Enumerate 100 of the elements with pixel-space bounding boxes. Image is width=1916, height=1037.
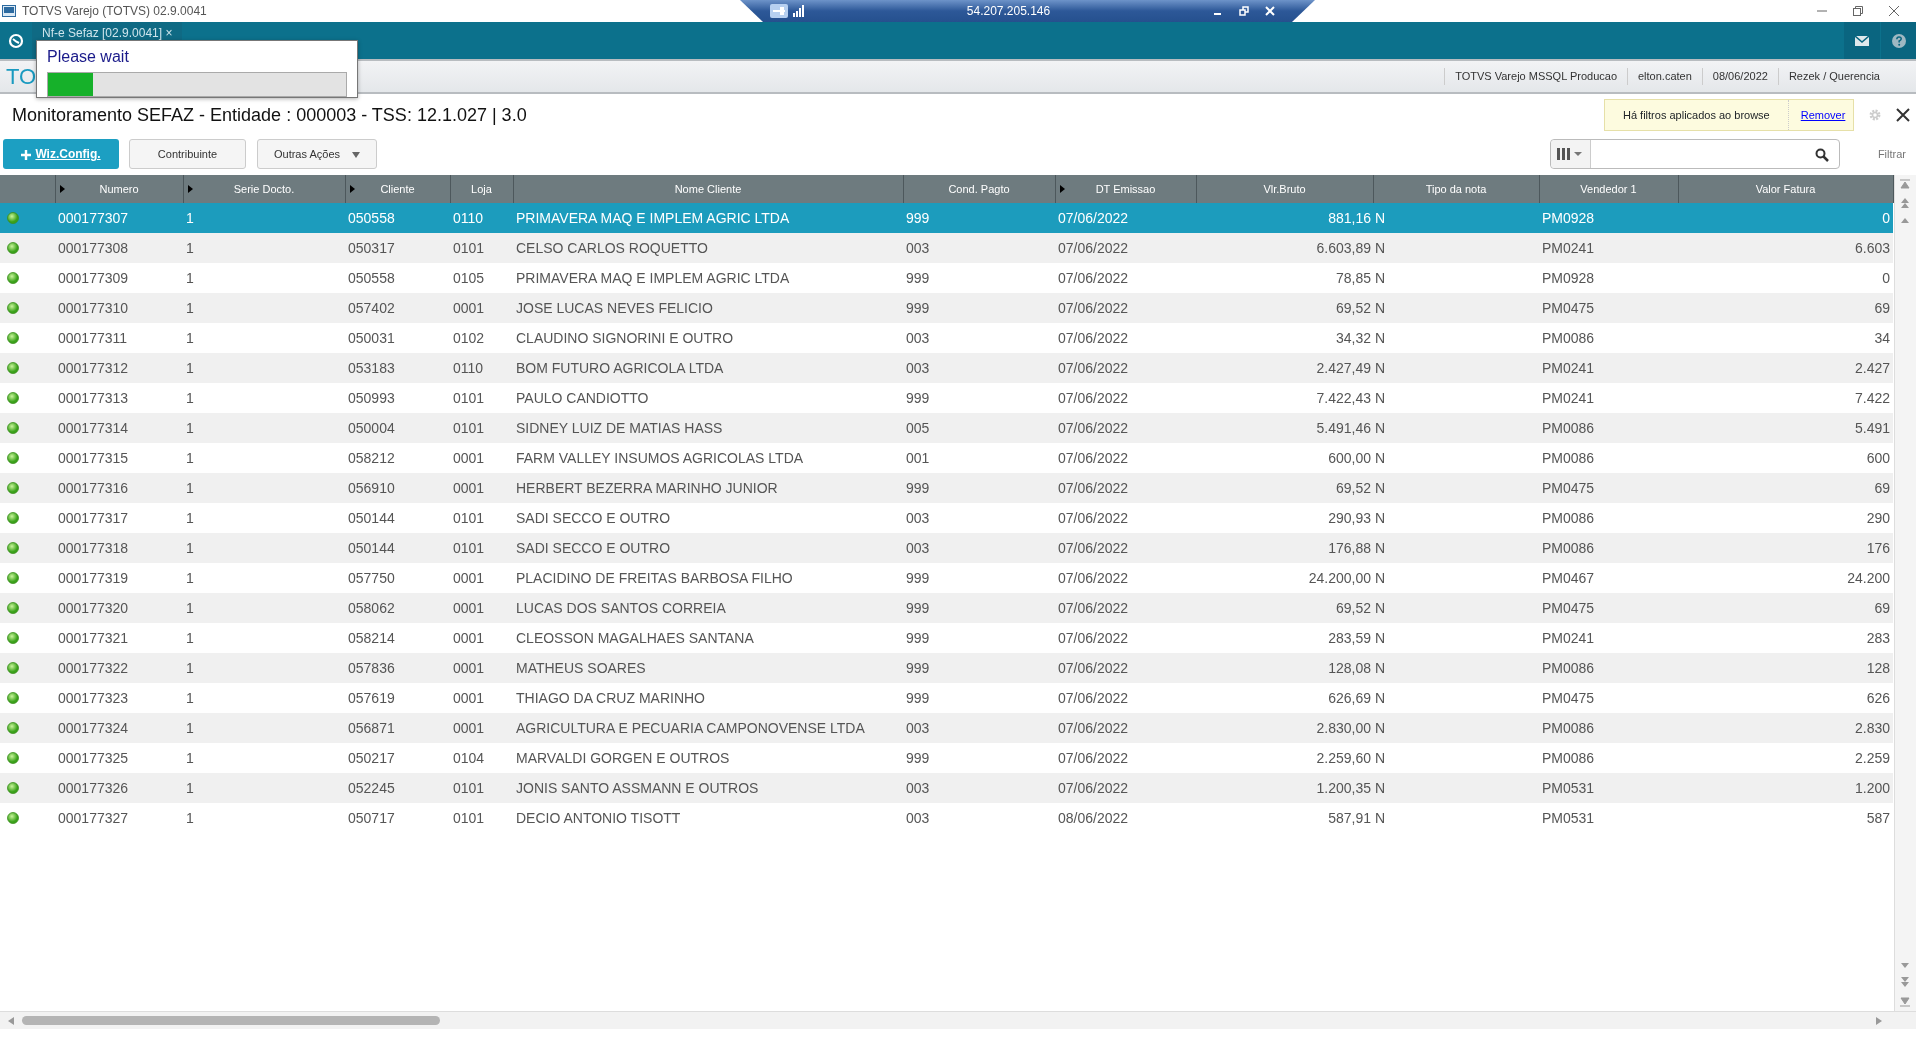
table-cell: N xyxy=(1375,329,1386,346)
table-cell: 0104 xyxy=(453,749,485,766)
table-cell: 000177307 xyxy=(58,209,129,226)
table-cell: 0001 xyxy=(453,449,485,466)
table-cell: SIDNEY LUIZ DE MATIAS HASS xyxy=(516,419,723,436)
ip-address: 54.207.205.146 xyxy=(966,3,1051,20)
table-cell: 07/06/2022 xyxy=(1058,629,1129,646)
table-cell: N xyxy=(1375,359,1386,376)
table-cell: PRIMAVERA MAQ E IMPLEM AGRIC LTDA xyxy=(516,209,790,226)
table-cell: 003 xyxy=(906,359,930,376)
table-cell: 881,16 xyxy=(1328,209,1371,226)
table-cell: PM0475 xyxy=(1542,479,1595,496)
table-cell: 69 xyxy=(1874,599,1890,616)
table-cell: N xyxy=(1375,659,1386,676)
table-cell: 07/06/2022 xyxy=(1058,449,1129,466)
table-cell: 7.422,43 xyxy=(1316,389,1371,406)
table-cell: PM0241 xyxy=(1542,629,1595,646)
table-cell: N xyxy=(1375,809,1386,826)
table-cell: 07/06/2022 xyxy=(1058,539,1129,556)
table-cell: 07/06/2022 xyxy=(1058,299,1129,316)
table-cell: 050031 xyxy=(348,329,395,346)
table-cell: SADI SECCO E OUTRO xyxy=(516,539,671,556)
table-cell: N xyxy=(1375,539,1386,556)
table-cell: 34,32 xyxy=(1335,329,1371,346)
table-cell: JOSE LUCAS NEVES FELICIO xyxy=(516,299,713,316)
table-cell: 050004 xyxy=(348,419,395,436)
table-cell: 2.830,00 xyxy=(1316,719,1371,736)
table-cell: 1 xyxy=(186,689,194,706)
table-cell: 0001 xyxy=(453,299,485,316)
table-cell: 003 xyxy=(906,239,930,256)
table-cell: 1 xyxy=(186,209,194,226)
table-cell: 000177318 xyxy=(58,539,129,556)
table-cell: 69,52 xyxy=(1335,599,1371,616)
table-cell: 07/06/2022 xyxy=(1058,569,1129,586)
table-cell: LUCAS DOS SANTOS CORREIA xyxy=(516,599,726,616)
table-cell: 999 xyxy=(906,629,930,646)
table-cell: PM0086 xyxy=(1542,659,1595,676)
table-cell: PM0531 xyxy=(1542,779,1595,796)
table-cell: 07/06/2022 xyxy=(1058,509,1129,526)
table-cell: 0101 xyxy=(453,809,485,826)
table-cell: 1 xyxy=(186,239,194,256)
filter-text: Há filtros aplicados ao browse xyxy=(1622,107,1771,123)
table-cell: N xyxy=(1375,779,1386,796)
table-cell: 283 xyxy=(1866,629,1890,646)
table-cell: 999 xyxy=(906,209,930,226)
table-cell: 2.427,49 xyxy=(1316,359,1371,376)
table-cell: 1 xyxy=(186,629,194,646)
table-cell: JONIS SANTO ASSMANN E OUTROS xyxy=(516,779,759,796)
table-cell: N xyxy=(1375,599,1386,616)
table-cell: 003 xyxy=(906,809,930,826)
table-cell: 003 xyxy=(906,779,930,796)
table-cell: 058214 xyxy=(348,629,395,646)
table-cell: 050144 xyxy=(348,539,395,556)
table-cell: 07/06/2022 xyxy=(1058,689,1129,706)
table-cell: 69,52 xyxy=(1335,299,1371,316)
table-cell: 1 xyxy=(186,779,194,796)
table-cell: 07/06/2022 xyxy=(1058,329,1129,346)
table-cell: 0001 xyxy=(453,569,485,586)
table-cell: N xyxy=(1375,209,1386,226)
table-cell: 000177308 xyxy=(58,239,129,256)
table-cell: 07/06/2022 xyxy=(1058,209,1129,226)
table-cell: 07/06/2022 xyxy=(1058,479,1129,496)
table-cell: 1 xyxy=(186,419,194,436)
table-cell: 003 xyxy=(906,539,930,556)
table-cell: 050558 xyxy=(348,209,395,226)
table-cell: 176,88 xyxy=(1328,539,1371,556)
table-cell: 058062 xyxy=(348,599,395,616)
table-cell: CLAUDINO SIGNORINI E OUTRO xyxy=(516,329,734,346)
table-cell: 69 xyxy=(1874,299,1890,316)
table-cell: PM0086 xyxy=(1542,749,1595,766)
table-cell: 587 xyxy=(1866,809,1890,826)
table-cell: PM0086 xyxy=(1542,719,1595,736)
table-cell: 1 xyxy=(186,479,194,496)
table-cell: N xyxy=(1375,299,1386,316)
table-cell: 1 xyxy=(186,509,194,526)
table-cell: 626,69 xyxy=(1328,689,1371,706)
table-cell: MATHEUS SOARES xyxy=(516,659,646,676)
table-cell: 5.491,46 xyxy=(1316,419,1371,436)
table-cell: 0101 xyxy=(453,509,485,526)
table-cell: 5.491 xyxy=(1854,419,1890,436)
table-cell: 0102 xyxy=(453,329,485,346)
table-cell: 000177316 xyxy=(58,479,129,496)
table-cell: 1 xyxy=(186,569,194,586)
table-cell: 1 xyxy=(186,809,194,826)
table-cell: 000177326 xyxy=(58,779,129,796)
table-cell: 0001 xyxy=(453,629,485,646)
table-cell: PM0928 xyxy=(1542,209,1595,226)
table-cell: 999 xyxy=(906,659,930,676)
table-cell: N xyxy=(1375,569,1386,586)
table-cell: 999 xyxy=(906,599,930,616)
table-cell: 6.603 xyxy=(1854,239,1890,256)
table-cell: PM0928 xyxy=(1542,269,1595,286)
table-cell: 000177327 xyxy=(58,809,129,826)
table-cell: HERBERT BEZERRA MARINHO JUNIOR xyxy=(516,479,778,496)
table-cell: 999 xyxy=(906,749,930,766)
table-cell: PM0475 xyxy=(1542,689,1595,706)
table-cell: 0001 xyxy=(453,659,485,676)
table-cell: 000177311 xyxy=(58,329,128,346)
table-cell: 999 xyxy=(906,269,930,286)
logo-text: TO xyxy=(5,63,37,91)
